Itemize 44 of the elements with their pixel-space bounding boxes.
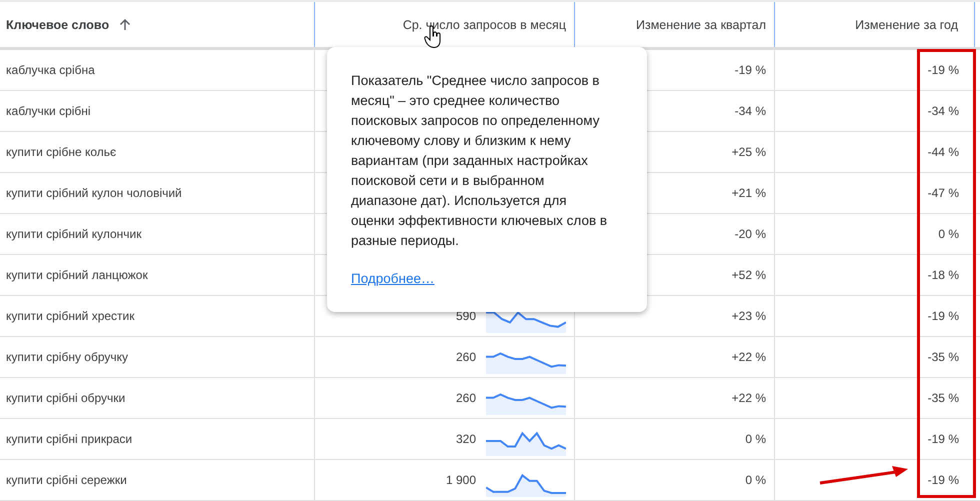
column-header[interactable]: Изменение за год xyxy=(855,18,958,32)
keyword-text: каблучка срібна xyxy=(6,63,95,77)
keyword-text: купити срібний ланцюжок xyxy=(6,268,148,282)
quarter-change: 0 % xyxy=(745,432,766,446)
sort-arrow-icon[interactable] xyxy=(119,18,132,31)
search-volume: 260 xyxy=(456,350,476,364)
quarter-change: -34 % xyxy=(734,104,766,118)
keyword-text: купити срібні прикраси xyxy=(6,432,132,446)
quarter-change: +25 % xyxy=(732,145,766,159)
year-change: -19 % xyxy=(928,432,959,446)
search-volume: 320 xyxy=(456,432,476,446)
learn-more-link[interactable]: Подробнее… xyxy=(351,271,435,286)
quarter-change: 0 % xyxy=(745,473,766,487)
keyword-text: купити срібний кулон чоловічий xyxy=(6,186,182,200)
year-change: -19 % xyxy=(928,473,959,487)
search-volume: 590 xyxy=(456,309,476,323)
column-header[interactable]: Ключевое слово xyxy=(6,18,110,32)
year-change: 0 % xyxy=(938,227,959,241)
quarter-change: +22 % xyxy=(732,391,766,405)
quarter-change: +21 % xyxy=(732,186,766,200)
quarter-change: +52 % xyxy=(732,268,766,282)
keyword-text: каблучки срібні xyxy=(6,104,91,118)
keyword-text: купити срібний хрестик xyxy=(6,309,134,323)
keyword-text: купити срібний кулончик xyxy=(6,227,142,241)
search-volume: 260 xyxy=(456,391,476,405)
year-change: -35 % xyxy=(928,350,959,364)
year-change: -44 % xyxy=(928,145,959,159)
column-header[interactable]: Изменение за квартал xyxy=(636,18,766,32)
year-change: -19 % xyxy=(928,309,959,323)
search-volume: 1 900 xyxy=(446,473,476,487)
quarter-change: -19 % xyxy=(734,63,766,77)
quarter-change: +22 % xyxy=(732,350,766,364)
year-change: -34 % xyxy=(928,104,959,118)
keyword-text: купити срібне кольє xyxy=(6,145,116,159)
quarter-change: -20 % xyxy=(734,227,766,241)
year-change: -19 % xyxy=(928,63,959,77)
keyword-text: купити срібну обручку xyxy=(6,350,128,364)
year-change: -18 % xyxy=(928,268,959,282)
year-change: -47 % xyxy=(928,186,959,200)
quarter-change: +23 % xyxy=(732,309,766,323)
keyword-text: купити срібні сережки xyxy=(6,473,127,487)
year-change: -35 % xyxy=(928,391,959,405)
tooltip-text: Показатель "Среднее число запросов в месяц" – это среднее количество поисковых запросов по определенному ключевому слову и близким к нему вариантам (при заданных настройках поисковой сети и в выбранном диапазоне дат). Используется для оценки эффективности ключевых слов в разные периоды. xyxy=(351,72,608,250)
keyword-text: купити срібні обручки xyxy=(6,391,126,405)
